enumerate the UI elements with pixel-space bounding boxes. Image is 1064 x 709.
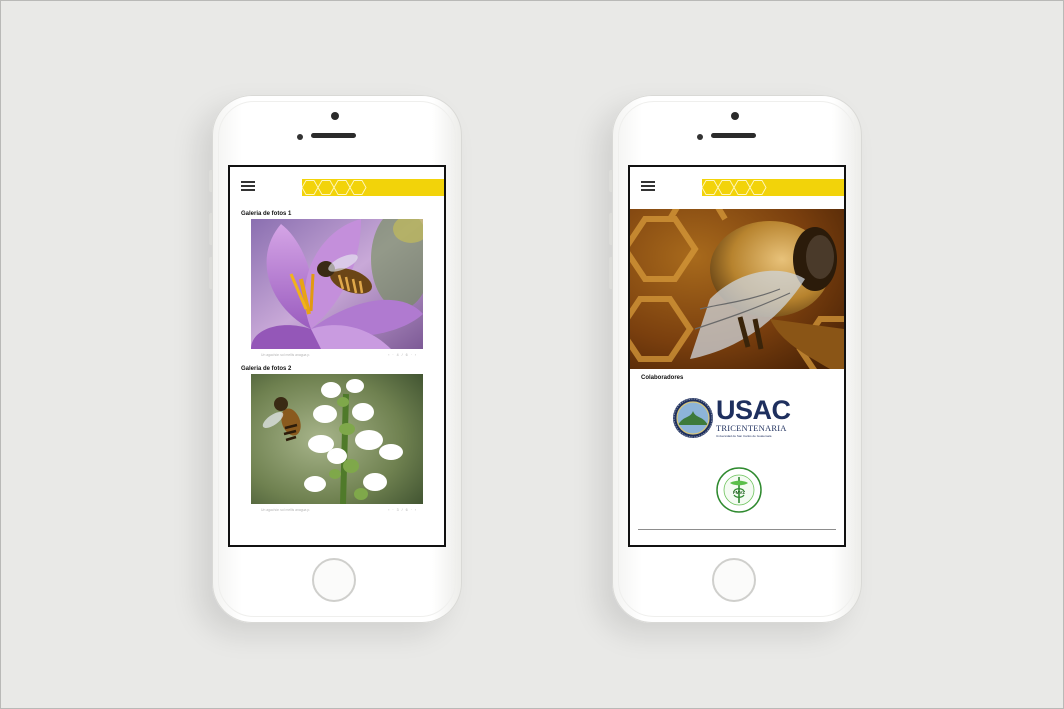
phone-left: Galeria de fotos 1 Un agachón sol mellis…	[209, 95, 462, 623]
hexagon-pattern-icon	[294, 180, 367, 195]
volume-down-button	[609, 257, 612, 289]
sensor-icon	[297, 134, 303, 140]
fmvz-logo-text: FMVZ	[733, 490, 745, 495]
gallery-1-footer: Un agachón sol mellis anagua p. ‹ · 4 / …	[251, 349, 423, 363]
screen-collaborators: Colaboradores USAC TRICENTENARIA Univers…	[628, 165, 846, 547]
gallery-2-title: Galeria de fotos 2	[241, 366, 292, 372]
gallery-2-photo[interactable]	[251, 374, 423, 504]
gallery-1-caption: Un agachón sol mellis anagua p.	[261, 353, 311, 357]
earpiece-speaker	[311, 133, 356, 138]
menu-icon[interactable]	[641, 181, 655, 192]
usac-logo[interactable]: USAC TRICENTENARIA Universidad de San Ca…	[672, 395, 806, 445]
hexagon-pattern-icon	[694, 180, 767, 195]
gallery-1-pager[interactable]: ‹ · 4 / 6 · ›	[388, 353, 417, 357]
gallery-1-title: Galeria de fotos 1	[241, 211, 292, 217]
menu-icon[interactable]	[241, 181, 255, 192]
gallery-2-pager[interactable]: ‹ · 3 / 6 · ›	[388, 508, 417, 512]
section-divider	[638, 529, 836, 530]
app-header	[630, 167, 844, 209]
image-border	[0, 0, 1064, 709]
gallery-1-photo[interactable]	[251, 219, 423, 349]
hero-bee-image	[630, 209, 844, 369]
screen-gallery: Galeria de fotos 1 Un agachón sol mellis…	[228, 165, 446, 547]
usac-wordmark: USAC	[716, 395, 791, 425]
camera-icon	[731, 112, 739, 120]
mute-switch	[609, 170, 612, 192]
camera-icon	[331, 112, 339, 120]
fmvz-faculty-logo[interactable]: FMVZ	[716, 467, 762, 513]
phone-right: Colaboradores USAC TRICENTENARIA Univers…	[609, 95, 862, 623]
home-button-icon[interactable]	[712, 558, 756, 602]
bee-on-crocus-image	[251, 219, 423, 349]
volume-up-button	[209, 213, 212, 245]
volume-down-button	[209, 257, 212, 289]
usac-tagline: Universidad de San Carlos de Guatemala	[716, 434, 772, 438]
sensor-icon	[697, 134, 703, 140]
gallery-2-caption: Un agachón sol mellis anagua p.	[261, 508, 311, 512]
mute-switch	[209, 170, 212, 192]
earpiece-speaker	[711, 133, 756, 138]
app-header	[230, 167, 444, 209]
volume-up-button	[609, 213, 612, 245]
usac-subtitle: TRICENTENARIA	[716, 423, 787, 433]
home-button-icon[interactable]	[312, 558, 356, 602]
usac-seal-icon	[673, 398, 713, 438]
gallery-2-footer: Un agachón sol mellis anagua p. ‹ · 3 / …	[251, 504, 423, 518]
bee-on-basil-flower-image	[251, 374, 423, 504]
collaborators-title: Colaboradores	[641, 375, 684, 381]
